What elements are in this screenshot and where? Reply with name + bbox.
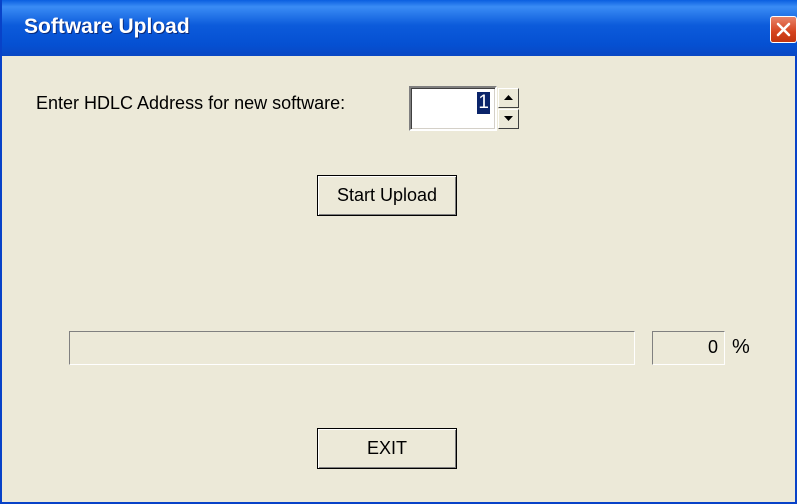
software-upload-window: Software Upload Enter HDLC Address for n… [0, 0, 797, 504]
hdlc-address-label: Enter HDLC Address for new software: [36, 93, 346, 113]
start-upload-button[interactable]: Start Upload [317, 175, 457, 216]
percent-display: 0 [652, 331, 725, 365]
window-title: Software Upload [24, 15, 190, 38]
spin-down-button[interactable] [498, 109, 519, 129]
upload-progress-bar [69, 331, 635, 365]
percent-sign: % [732, 336, 750, 358]
hdlc-address-input[interactable]: 1 [409, 86, 497, 131]
close-button[interactable] [770, 16, 797, 43]
hdlc-address-value: 1 [477, 92, 490, 114]
close-icon [776, 22, 791, 37]
spin-up-button[interactable] [498, 88, 519, 108]
arrow-down-icon [504, 116, 513, 121]
arrow-up-icon [504, 95, 513, 100]
exit-button[interactable]: EXIT [317, 428, 457, 469]
title-bar[interactable]: Software Upload [2, 0, 797, 56]
percent-value: 0 [707, 337, 718, 357]
